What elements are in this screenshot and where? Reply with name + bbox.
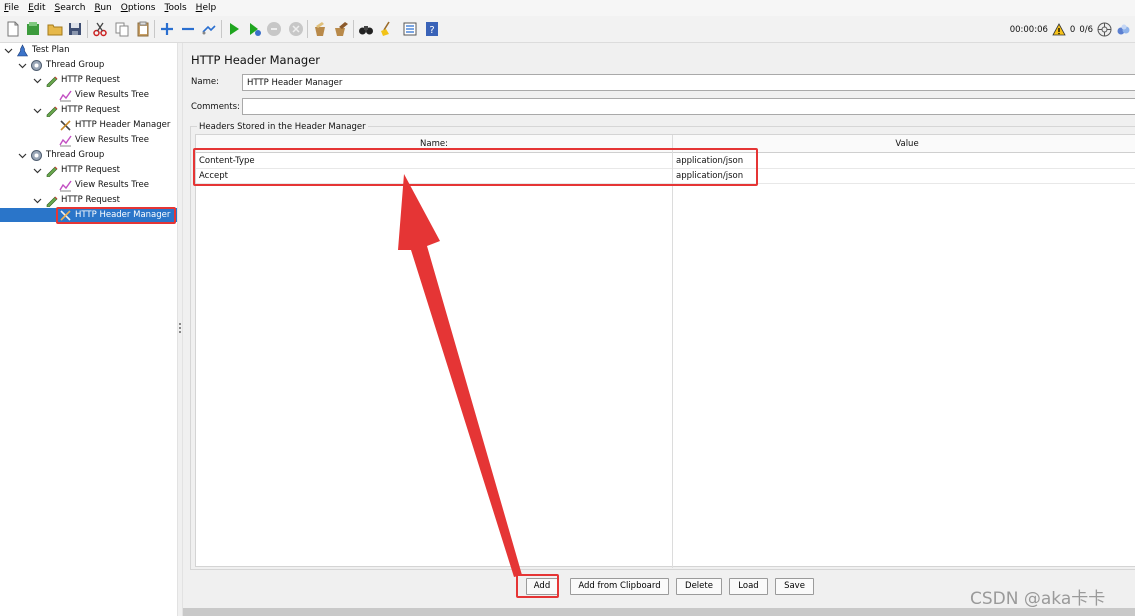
delete-button[interactable]: Delete	[676, 578, 722, 595]
tree-node-view-results-tree-3[interactable]: View Results Tree	[59, 178, 149, 192]
add-button[interactable]: Add	[526, 578, 558, 595]
column-header-value[interactable]: Value	[672, 135, 1135, 153]
comments-label: Comments:	[191, 102, 240, 112]
chevron-down-icon[interactable]	[33, 106, 42, 115]
tree-node-http-request-3[interactable]: HTTP Request	[33, 163, 120, 177]
status-area: 00:00:06 0 0/6	[1010, 16, 1135, 43]
warning-count: 0	[1069, 24, 1076, 35]
menu-run[interactable]: Run	[90, 0, 116, 16]
paste-icon[interactable]	[135, 21, 151, 37]
header-manager-tools-icon	[59, 119, 72, 132]
results-tree-icon	[59, 89, 72, 102]
test-plan-icon	[16, 43, 29, 57]
tree-node-thread-group-1[interactable]: Thread Group	[18, 58, 104, 72]
log-viewer-icon[interactable]	[1116, 22, 1131, 37]
toggle-icon[interactable]	[201, 21, 217, 37]
expand-icon[interactable]	[159, 21, 175, 37]
menu-bar: File Edit Search Run Options Tools Help	[0, 0, 1135, 16]
headers-table: Name: Value Content-Type application/jso…	[195, 134, 1135, 568]
save-icon[interactable]	[67, 21, 83, 37]
tree-node-header-manager-1[interactable]: HTTP Header Manager	[59, 118, 170, 132]
header-manager-panel: HTTP Header Manager Name: Comments: Head…	[183, 43, 1135, 616]
results-tree-icon	[59, 134, 72, 147]
new-file-icon[interactable]	[5, 21, 21, 37]
remote-globe-icon[interactable]	[1097, 22, 1112, 37]
chevron-down-icon[interactable]	[33, 196, 42, 205]
chevron-down-icon[interactable]	[33, 76, 42, 85]
start-icon[interactable]	[226, 21, 242, 37]
http-request-pen-icon	[45, 164, 58, 177]
collapse-icon[interactable]	[180, 21, 196, 37]
menu-search[interactable]: Search	[51, 0, 91, 16]
clear-all-icon[interactable]	[333, 21, 349, 37]
cut-icon[interactable]	[92, 21, 108, 37]
column-header-name[interactable]: Name:	[196, 135, 672, 153]
results-tree-icon	[59, 179, 72, 192]
shutdown-icon[interactable]	[288, 21, 304, 37]
tree-node-header-manager-2-selected[interactable]: HTTP Header Manager	[0, 208, 177, 222]
comments-field[interactable]	[242, 98, 1135, 115]
stop-icon[interactable]	[266, 21, 282, 37]
start-no-pauses-icon[interactable]	[246, 21, 262, 37]
table-row-value[interactable]: application/json	[673, 154, 1135, 169]
add-from-clipboard-button[interactable]: Add from Clipboard	[570, 578, 669, 595]
warning-icon[interactable]	[1052, 23, 1066, 36]
table-row-value[interactable]: application/json	[673, 169, 1135, 184]
clear-icon[interactable]	[312, 21, 328, 37]
http-request-pen-icon	[45, 74, 58, 87]
copy-icon[interactable]	[114, 21, 130, 37]
watermark: CSDN @aka卡卡	[970, 589, 1106, 609]
help-icon[interactable]: ?	[424, 21, 440, 37]
templates-icon[interactable]	[25, 21, 41, 37]
menu-edit[interactable]: Edit	[24, 0, 50, 16]
tree-node-http-request-1[interactable]: HTTP Request	[33, 73, 120, 87]
http-request-pen-icon	[45, 104, 58, 117]
menu-file[interactable]: File	[0, 0, 24, 16]
function-helper-list-icon[interactable]	[402, 21, 418, 37]
chevron-down-icon[interactable]	[4, 46, 13, 55]
elapsed-time: 00:00:06	[1009, 24, 1048, 35]
load-button[interactable]: Load	[729, 578, 768, 595]
tree-node-http-request-4[interactable]: HTTP Request	[33, 193, 120, 207]
table-row-name[interactable]: Accept	[196, 169, 672, 184]
chevron-down-icon[interactable]	[18, 151, 27, 160]
reset-search-broom-icon[interactable]	[379, 21, 395, 37]
table-row-name[interactable]: Content-Type	[196, 154, 672, 169]
toolbar: ?	[0, 16, 1135, 43]
test-plan-tree: Test Plan Thread Group HTTP Request View…	[0, 43, 177, 616]
tree-node-test-plan[interactable]: Test Plan	[4, 43, 70, 57]
open-folder-icon[interactable]	[47, 21, 63, 37]
tree-node-http-request-2[interactable]: HTTP Request	[33, 103, 120, 117]
tree-node-thread-group-2[interactable]: Thread Group	[18, 148, 104, 162]
headers-group-title: Headers Stored in the Header Manager	[197, 122, 368, 132]
menu-help[interactable]: Help	[192, 0, 222, 16]
tree-node-view-results-tree-2[interactable]: View Results Tree	[59, 133, 149, 147]
headers-group: Headers Stored in the Header Manager Nam…	[190, 122, 1135, 570]
panel-title: HTTP Header Manager	[191, 53, 321, 67]
thread-group-gear-icon	[30, 149, 43, 162]
menu-options[interactable]: Options	[117, 0, 161, 16]
chevron-down-icon[interactable]	[18, 61, 27, 70]
http-request-pen-icon	[45, 194, 58, 207]
horizontal-scrollbar[interactable]	[183, 608, 1135, 616]
name-label: Name:	[191, 77, 219, 87]
header-manager-tools-icon	[59, 209, 72, 222]
search-binoculars-icon[interactable]	[358, 21, 374, 37]
save-button[interactable]: Save	[775, 578, 814, 595]
active-threads: 0/6	[1079, 24, 1093, 35]
chevron-down-icon[interactable]	[33, 166, 42, 175]
thread-group-gear-icon	[30, 59, 43, 72]
svg-text:?: ?	[429, 25, 434, 36]
menu-tools[interactable]: Tools	[160, 0, 191, 16]
name-field[interactable]	[242, 74, 1135, 91]
tree-node-view-results-tree-1[interactable]: View Results Tree	[59, 88, 149, 102]
